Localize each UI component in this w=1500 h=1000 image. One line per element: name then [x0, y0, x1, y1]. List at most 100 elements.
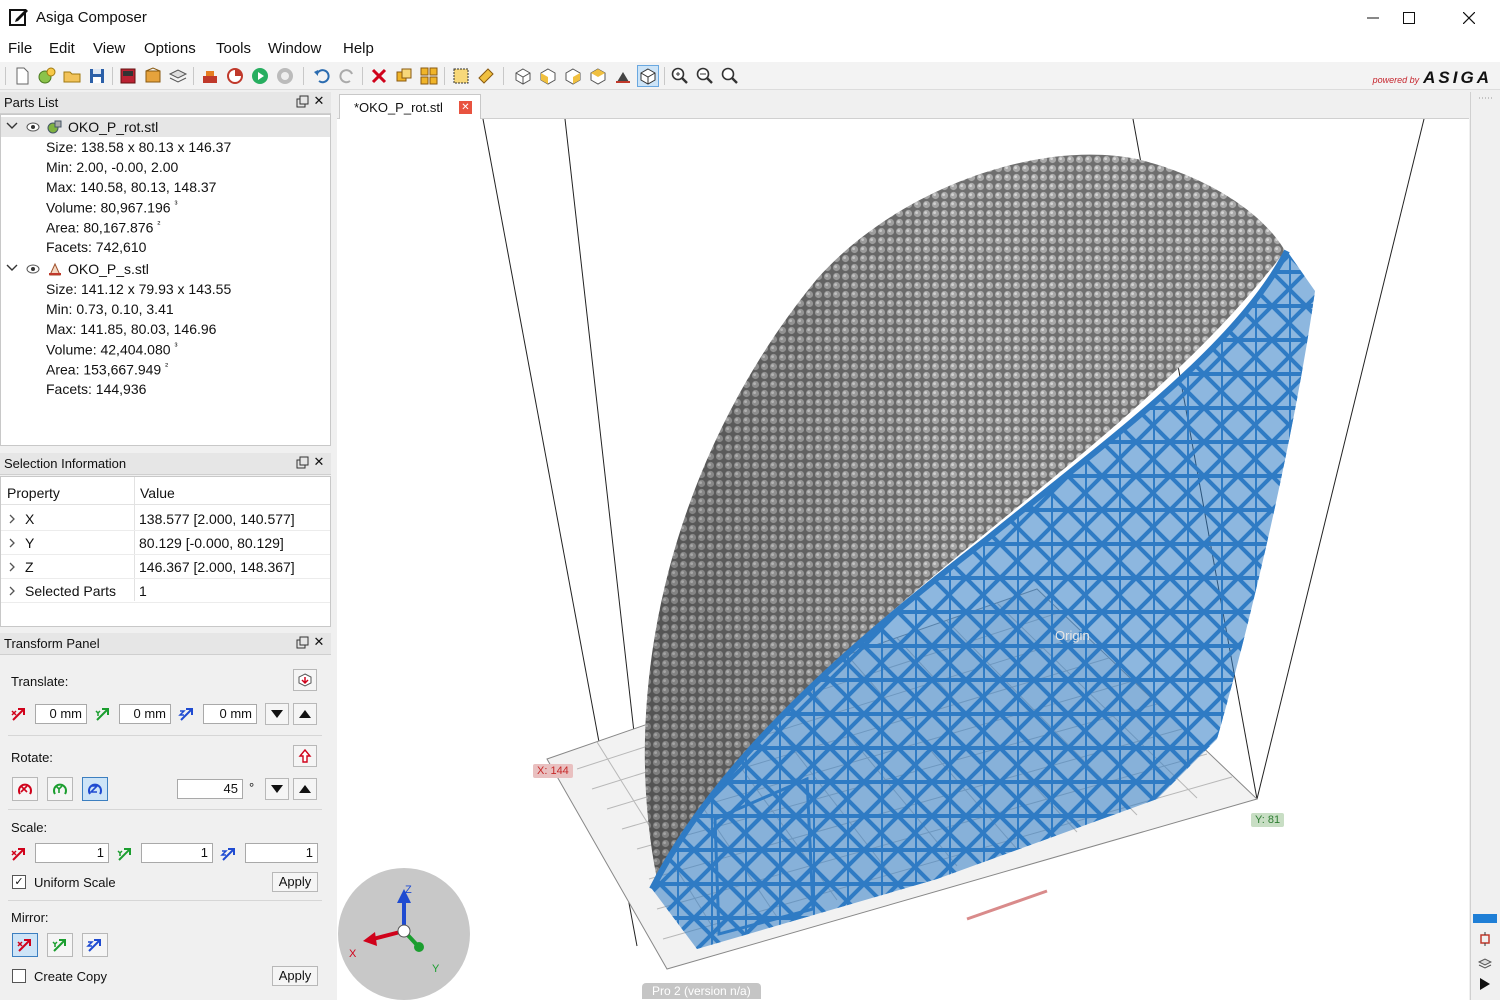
arrange-button[interactable]: [419, 66, 439, 86]
menu-help[interactable]: Help: [343, 40, 374, 57]
save-icon: [90, 69, 104, 83]
zoom-fit-button[interactable]: [670, 66, 690, 86]
apply-mirror-button[interactable]: Apply: [272, 966, 318, 986]
translate-z-input[interactable]: 0 mm: [203, 704, 257, 724]
drop-to-platform-button[interactable]: [293, 669, 317, 691]
uniform-scale-checkbox[interactable]: ✓: [12, 875, 26, 889]
eye-icon[interactable]: [26, 121, 40, 133]
zoom-fit-icon: [671, 67, 688, 84]
chevron-down-icon[interactable]: [6, 120, 18, 132]
tree-item-part[interactable]: OKO_P_rot.stl: [1, 117, 330, 137]
analysis-button[interactable]: [225, 66, 245, 86]
add-part-button[interactable]: [37, 66, 57, 86]
chevron-right-icon[interactable]: [7, 585, 17, 597]
float-dock-icon[interactable]: [295, 456, 309, 470]
tab-oko-p-rot[interactable]: *OKO_P_rot.stl ✕: [339, 94, 481, 119]
column-value[interactable]: Value: [140, 485, 175, 501]
maximize-button[interactable]: [1386, 4, 1432, 32]
menu-file[interactable]: File: [8, 40, 32, 57]
rotate-y-button[interactable]: [47, 777, 73, 801]
zoom-in-button[interactable]: [720, 66, 740, 86]
translate-x-input[interactable]: 0 mm: [35, 704, 87, 724]
layers-icon: [168, 69, 188, 83]
view-iso-button[interactable]: [513, 66, 533, 86]
x-axis-icon: [11, 708, 25, 721]
3d-viewport[interactable]: X: 144 Y: 81 Origin Z X Y Pro 2 (version…: [337, 119, 1469, 1000]
mirror-y-button[interactable]: [47, 933, 73, 957]
scale-x-input[interactable]: 1: [35, 843, 109, 863]
save-button[interactable]: [87, 66, 107, 86]
view-front-button[interactable]: [538, 66, 558, 86]
lay-flat-button[interactable]: [293, 745, 317, 767]
build-button[interactable]: [200, 66, 220, 86]
create-copy-checkbox[interactable]: [12, 969, 26, 983]
view-top-button[interactable]: [588, 66, 608, 86]
close-dock-button[interactable]: ✕: [312, 455, 326, 469]
close-window-button[interactable]: [1446, 4, 1492, 32]
layer-view-icon[interactable]: [1478, 956, 1492, 970]
cube-perspective-icon: [640, 68, 656, 85]
table-row[interactable]: X 138.577 [2.000, 140.577]: [1, 507, 330, 531]
chevron-down-icon[interactable]: [6, 262, 18, 274]
menu-edit[interactable]: Edit: [49, 40, 75, 57]
duplicate-button[interactable]: [394, 66, 414, 86]
menu-options[interactable]: Options: [144, 40, 196, 57]
redo-button[interactable]: [337, 66, 357, 86]
float-dock-icon[interactable]: [295, 636, 309, 650]
column-property[interactable]: Property: [7, 485, 60, 501]
float-dock-icon[interactable]: [295, 95, 309, 109]
play-layers-icon[interactable]: [1480, 978, 1490, 990]
parts-list-tree: OKO_P_rot.stl Size: 138.58 x 80.13 x 146…: [0, 114, 331, 446]
delete-button[interactable]: [369, 66, 389, 86]
close-dock-button[interactable]: ✕: [312, 94, 326, 108]
view-side-button[interactable]: [563, 66, 583, 86]
part-volume-value: Volume: 80,967.196: [46, 199, 171, 216]
chevron-right-icon[interactable]: [7, 513, 17, 525]
mirror-x-button[interactable]: [12, 933, 38, 957]
undo-button[interactable]: [312, 66, 332, 86]
translate-increase-button[interactable]: [293, 703, 317, 725]
rotate-increase-button[interactable]: [293, 778, 317, 800]
crop-icon[interactable]: [1478, 932, 1492, 946]
rotate-z-button[interactable]: [82, 777, 108, 801]
apply-scale-button[interactable]: Apply: [272, 872, 318, 892]
scale-z-input[interactable]: 1: [245, 843, 318, 863]
menu-view[interactable]: View: [93, 40, 125, 57]
stop-button[interactable]: [275, 66, 295, 86]
translate-y-input[interactable]: 0 mm: [119, 704, 171, 724]
rotate-x-button[interactable]: [12, 777, 38, 801]
measure-button[interactable]: [476, 66, 496, 86]
delete-icon: [371, 68, 387, 84]
close-dock-button[interactable]: ✕: [312, 635, 326, 649]
tree-item-part[interactable]: OKO_P_s.stl: [1, 259, 330, 279]
menu-window[interactable]: Window: [268, 40, 321, 57]
open-file-button[interactable]: [62, 66, 82, 86]
menu-tools[interactable]: Tools: [216, 40, 251, 57]
mirror-z-button[interactable]: [82, 933, 108, 957]
rotate-decrease-button[interactable]: [265, 778, 289, 800]
orientation-gizmo[interactable]: [338, 868, 470, 1000]
zoom-out-button[interactable]: [695, 66, 715, 86]
layers-button[interactable]: [168, 66, 188, 86]
view-perspective-button[interactable]: [637, 65, 659, 87]
printer-settings-button[interactable]: [118, 66, 138, 86]
play-button[interactable]: [250, 66, 270, 86]
select-all-button[interactable]: [451, 66, 471, 86]
chevron-right-icon[interactable]: [7, 561, 17, 573]
chevron-right-icon[interactable]: [7, 537, 17, 549]
material-button[interactable]: [143, 66, 163, 86]
table-row[interactable]: Selected Parts 1: [1, 579, 330, 603]
view-bottom-button[interactable]: [613, 66, 633, 86]
select-box-icon: [453, 68, 469, 84]
rotate-angle-input[interactable]: 45: [177, 779, 243, 799]
table-row[interactable]: Z 146.367 [2.000, 148.367]: [1, 555, 330, 579]
new-file-button[interactable]: [12, 66, 32, 86]
eye-icon[interactable]: [26, 263, 40, 275]
close-tab-icon[interactable]: ✕: [459, 101, 472, 114]
table-row[interactable]: Y 80.129 [-0.000, 80.129]: [1, 531, 330, 555]
translate-decrease-button[interactable]: [265, 703, 289, 725]
scale-y-input[interactable]: 1: [141, 843, 213, 863]
section-divider: [8, 735, 322, 736]
parts-list-title: Parts List: [4, 95, 59, 110]
layer-slider-handle[interactable]: [1473, 914, 1497, 923]
